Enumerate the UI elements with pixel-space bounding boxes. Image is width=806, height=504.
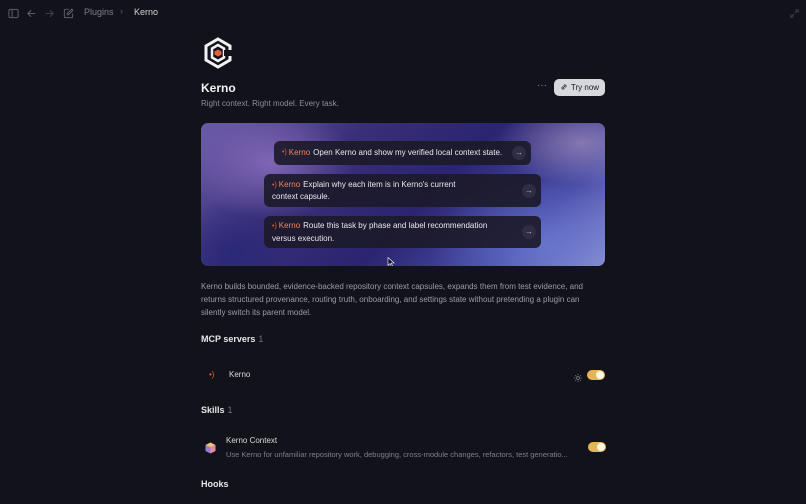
new-chat-icon[interactable]: [62, 7, 74, 19]
breadcrumb-current: Kerno: [134, 7, 159, 17]
plugin-tagline: Right context. Right model. Every task.: [201, 99, 339, 108]
hero-banner: •) Kerno Open Kerno and show my verified…: [201, 123, 605, 266]
prompt-keyword: Kerno: [278, 179, 301, 189]
kerno-mark-icon: •): [272, 223, 277, 230]
top-bar: Plugins › Kerno: [0, 0, 806, 26]
example-prompt[interactable]: •) Kerno Explain why each item is in Kerno…: [264, 174, 541, 207]
plugin-title: Kerno: [201, 81, 236, 95]
prompt-keyword: Kerno: [288, 148, 311, 158]
prompt-keyword: Kerno: [278, 221, 301, 230]
breadcrumb-plugins[interactable]: Plugins: [84, 7, 114, 17]
try-now-label: Try now: [570, 83, 600, 92]
arrow-right-icon[interactable]: →: [522, 225, 536, 239]
mcp-servers-heading: MCP servers 1: [201, 334, 263, 344]
arrow-right-icon[interactable]: →: [512, 146, 526, 160]
more-options-button[interactable]: ···: [536, 81, 548, 92]
gear-icon[interactable]: [573, 370, 583, 382]
mcp-servers-title: MCP servers: [201, 334, 256, 344]
forward-arrow-icon[interactable]: [43, 7, 55, 19]
skill-name: Kerno Context: [226, 436, 278, 445]
sidebar-toggle-icon[interactable]: [7, 7, 19, 19]
link-icon: [560, 83, 568, 93]
skill-cube-icon: [205, 441, 216, 454]
kerno-mark-icon: •): [282, 149, 287, 157]
mouse-cursor-icon: [387, 257, 395, 266]
plugin-description: Kerno builds bounded, evidence-backed re…: [201, 282, 584, 317]
arrow-right-icon[interactable]: →: [522, 183, 536, 198]
mcp-servers-count: 1: [258, 334, 264, 344]
kerno-mark-icon: •): [272, 181, 277, 189]
mcp-server-toggle[interactable]: [587, 370, 605, 380]
example-prompt[interactable]: •) Kerno Route this task by phase and labe…: [264, 216, 541, 248]
skill-description: Use Kerno for unfamiliar repository work…: [226, 450, 568, 459]
skill-toggle[interactable]: [588, 442, 606, 452]
example-prompt[interactable]: •) Kerno Open Kerno and show my verified…: [274, 141, 531, 165]
prompt-text: Route this task by phase and label recom…: [272, 221, 488, 243]
try-now-button[interactable]: Try now: [554, 79, 605, 96]
skills-title: Skills: [201, 405, 225, 415]
skills-heading: Skills 1: [201, 405, 233, 415]
skills-count: 1: [227, 405, 233, 415]
back-arrow-icon[interactable]: [25, 7, 37, 19]
breadcrumb-separator: ›: [120, 6, 123, 16]
fullscreen-icon[interactable]: [788, 7, 800, 19]
hooks-heading: Hooks: [201, 479, 229, 489]
mcp-server-name: Kerno: [229, 370, 251, 379]
kerno-logo: [202, 37, 234, 69]
kerno-mark-icon: •): [209, 370, 215, 379]
prompt-text: Open Kerno and show my verified local co…: [313, 148, 503, 158]
